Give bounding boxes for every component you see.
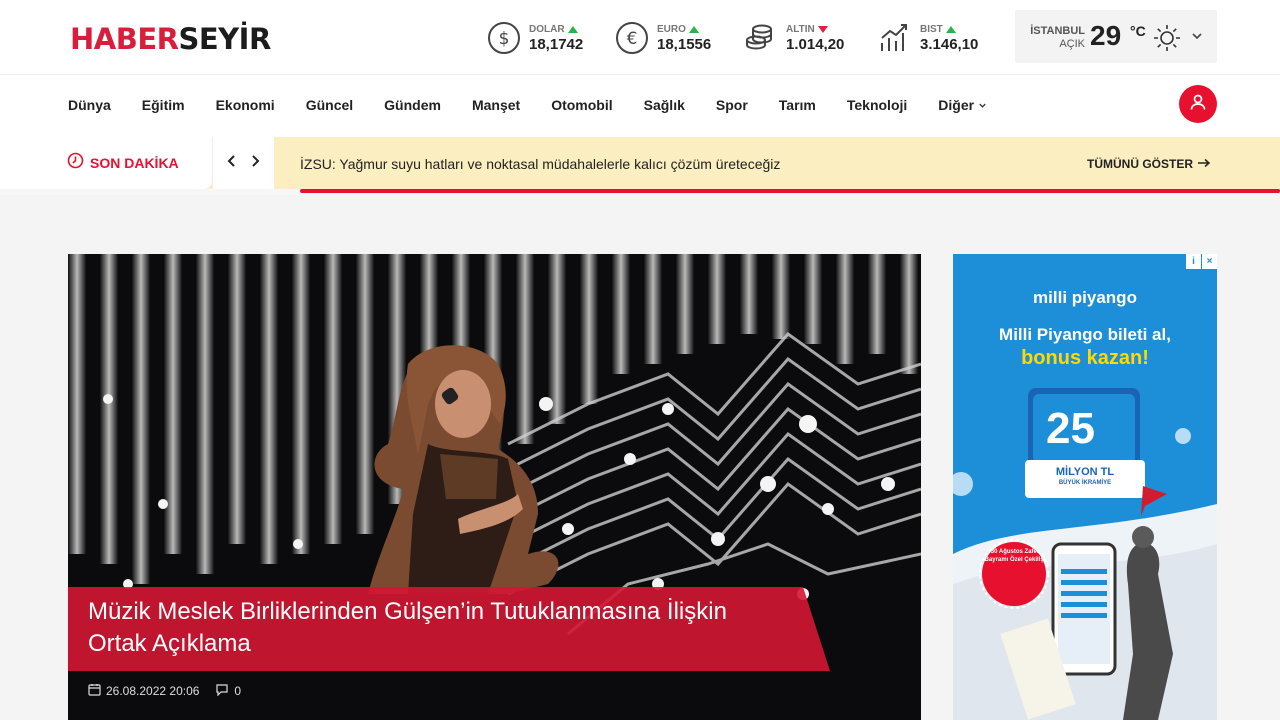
comment-icon xyxy=(215,683,229,699)
ticker-arrows xyxy=(212,137,274,189)
gold-coins-icon xyxy=(744,21,778,55)
nav-item-manset[interactable]: Manşet xyxy=(472,97,520,113)
breaking-label: SON DAKİKA xyxy=(90,155,179,171)
featured-news-comments: 0 xyxy=(234,684,242,698)
user-login-button[interactable] xyxy=(1179,85,1217,123)
featured-news-card[interactable]: Müzik Meslek Birliklerinden Gülşen’in Tu… xyxy=(68,254,921,720)
site-logo[interactable]: HABERSEYİR xyxy=(70,22,271,56)
clock-icon xyxy=(67,152,84,174)
nav-item-tarim[interactable]: Tarım xyxy=(779,97,816,113)
weather-temp: 29 xyxy=(1090,20,1122,51)
logo-part-2: SEYİR xyxy=(178,22,271,56)
trend-up-icon xyxy=(688,25,699,33)
chevron-down-icon[interactable] xyxy=(1191,29,1203,47)
ticker-progress-line xyxy=(300,189,1280,193)
market-value: 3.146,10 xyxy=(920,35,979,53)
market-dolar: $ DOLAR 18,1742 xyxy=(487,20,583,56)
calendar-icon xyxy=(88,683,101,699)
trend-up-icon xyxy=(567,25,578,33)
arrow-right-icon xyxy=(1197,157,1211,171)
market-name: BIST xyxy=(920,23,943,35)
market-name: EURO xyxy=(657,23,686,35)
chevron-right-icon[interactable] xyxy=(249,154,261,173)
ad-controls: i × xyxy=(1185,254,1217,269)
ad-headline-2: bonus kazan! xyxy=(1021,347,1149,369)
trend-down-icon xyxy=(817,25,828,33)
breaking-label-box: SON DAKİKA xyxy=(0,137,212,189)
breaking-news-bar: SON DAKİKA İZSU: Yağmur suyu hatları ve … xyxy=(0,137,1280,195)
ad-badge-text: 30 Ağustos Zafer Bayramı Özel Çekilişi xyxy=(984,549,1046,563)
chevron-left-icon[interactable] xyxy=(226,154,238,173)
market-value: 18,1556 xyxy=(657,35,712,53)
svg-text:€: € xyxy=(627,29,638,49)
weather-condition: AÇIK xyxy=(1059,38,1085,50)
user-icon xyxy=(1189,93,1207,116)
breaking-headline[interactable]: İZSU: Yağmur suyu hatları ve noktasal mü… xyxy=(300,156,780,172)
market-value: 1.014,20 xyxy=(786,35,845,53)
featured-news-date: 26.08.2022 20:06 xyxy=(106,684,200,698)
show-all-label: TÜMÜNÜ GÖSTER xyxy=(1087,157,1193,171)
nav-item-spor[interactable]: Spor xyxy=(716,97,748,113)
trend-up-icon xyxy=(945,25,956,33)
nav-item-egitim[interactable]: Eğitim xyxy=(142,97,185,113)
featured-news-meta: 26.08.2022 20:06 0 xyxy=(88,683,241,699)
chevron-down-icon xyxy=(978,97,987,113)
euro-icon: € xyxy=(615,21,649,55)
nav-item-ekonomi[interactable]: Ekonomi xyxy=(216,97,275,113)
market-bist: BIST 3.146,10 xyxy=(878,20,978,56)
market-name: ALTIN xyxy=(786,23,815,35)
ad-brand: milli piyango xyxy=(1033,288,1137,307)
weather-unit: °C xyxy=(1130,23,1146,39)
ad-info-icon[interactable]: i xyxy=(1186,254,1201,269)
main-nav: Dünya Eğitim Ekonomi Güncel Gündem Manşe… xyxy=(0,75,1280,137)
ad-amount-sub: BÜYÜK İKRAMİYE xyxy=(1058,480,1112,486)
weather-widget[interactable]: İSTANBUL AÇIK 29 °C xyxy=(1015,10,1217,63)
nav-item-diger[interactable]: Diğer xyxy=(938,97,987,113)
market-name: DOLAR xyxy=(529,23,565,35)
nav-item-saglik[interactable]: Sağlık xyxy=(644,97,685,113)
ad-headline-1: Milli Piyango bileti al, xyxy=(999,325,1171,344)
logo-part-1: HABER xyxy=(70,22,179,56)
nav-item-dunya[interactable]: Dünya xyxy=(68,97,111,113)
advertisement-banner[interactable]: milli piyango Milli Piyango bileti al, b… xyxy=(953,254,1217,720)
close-icon[interactable]: × xyxy=(1202,254,1217,269)
show-all-link[interactable]: TÜMÜNÜ GÖSTER xyxy=(1087,157,1211,171)
sun-icon xyxy=(1152,23,1182,58)
ad-background-art xyxy=(953,254,1217,720)
nav-item-teknoloji[interactable]: Teknoloji xyxy=(847,97,907,113)
market-euro: € EURO 18,1556 xyxy=(615,20,711,56)
svg-text:$: $ xyxy=(499,29,510,49)
nav-item-otomobil[interactable]: Otomobil xyxy=(551,97,612,113)
nav-item-gundem[interactable]: Gündem xyxy=(384,97,441,113)
top-header: HABERSEYİR $ DOLAR 18,1742 € EURO 18,155… xyxy=(0,0,1280,75)
dollar-icon: $ xyxy=(487,21,521,55)
weather-city: İSTANBUL xyxy=(1030,25,1085,37)
chart-up-icon xyxy=(878,21,912,55)
market-value: 18,1742 xyxy=(529,35,584,53)
ad-amount-unit: MİLYON TL xyxy=(1055,466,1115,478)
nav-item-diger-label: Diğer xyxy=(938,97,975,113)
featured-news-title[interactable]: Müzik Meslek Birliklerinden Gülşen’in Tu… xyxy=(88,596,768,660)
ad-amount: 25 xyxy=(1046,404,1095,453)
market-altin: ALTIN 1.014,20 xyxy=(744,20,844,56)
nav-item-guncel[interactable]: Güncel xyxy=(306,97,353,113)
